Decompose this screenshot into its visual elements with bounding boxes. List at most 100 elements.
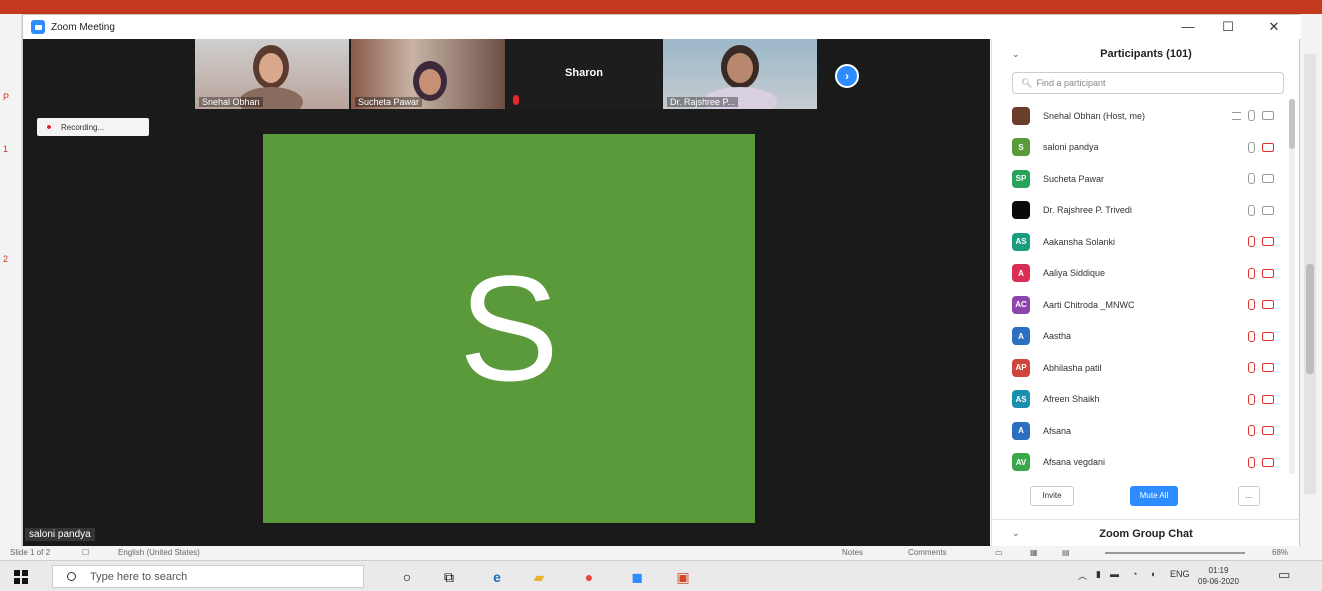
participant-row[interactable]: A Afsana (1010, 415, 1290, 447)
muted-mic-icon[interactable] (1248, 456, 1255, 468)
slide-sorter-icon[interactable]: ▦ (1030, 548, 1038, 557)
participant-status-icons (1248, 362, 1274, 374)
participant-avatar: A (1012, 264, 1030, 283)
video-tile[interactable]: Dr. Rajshree P... (663, 39, 817, 109)
search-icon: 🔍︎ (1021, 77, 1033, 88)
video-icon[interactable] (1262, 111, 1274, 121)
language-indicator[interactable]: English (United States) (118, 548, 200, 557)
thumbnail-marker: 1 (3, 144, 9, 154)
powerpoint-taskbar-icon[interactable]: ▣ (674, 568, 692, 586)
muted-mic-icon[interactable] (1248, 236, 1255, 248)
video-icon[interactable] (1262, 205, 1274, 215)
more-icon[interactable] (1232, 111, 1241, 120)
file-explorer-icon[interactable]: ▰ (530, 568, 548, 586)
video-icon[interactable] (1262, 174, 1274, 184)
notifications-icon[interactable]: ▭ (1278, 567, 1290, 583)
muted-mic-icon[interactable] (1248, 330, 1255, 342)
muted-mic-icon[interactable] (1248, 362, 1255, 374)
language-indicator[interactable]: ENG (1170, 569, 1190, 579)
video-off-icon[interactable] (1262, 268, 1274, 278)
network-icon[interactable]: ▬ (1110, 569, 1119, 579)
participant-row[interactable]: Ssaloni pandya (1010, 132, 1290, 164)
usb-icon[interactable]: ▮ (1096, 569, 1101, 580)
gallery-strip: Snehal Obhan Sucheta Pawar Sharon Dr. Ra… (195, 39, 817, 109)
muted-mic-icon[interactable] (1248, 267, 1255, 279)
taskbar-search-box[interactable]: Type here to search (52, 565, 364, 588)
zoom-taskbar-icon[interactable]: ◼ (628, 568, 646, 586)
video-tile[interactable]: Sucheta Pawar (351, 39, 505, 109)
video-tile[interactable]: Sharon (507, 39, 661, 109)
participant-row[interactable]: AS Aakansha Solanki (1010, 226, 1290, 258)
windows-start-icon[interactable] (14, 570, 28, 584)
tray-chevron-icon[interactable]: ︿ (1078, 569, 1087, 582)
scrollbar-thumb[interactable] (1306, 264, 1314, 374)
video-off-icon[interactable] (1262, 300, 1274, 310)
volume-icon[interactable]: ◖ (1150, 569, 1155, 579)
desktop: P 1 2 Zoom Meeting — ☐ ✕ Snehal Obhan Su… (0, 0, 1322, 591)
recording-indicator[interactable]: Recording... (37, 118, 149, 136)
spellcheck-icon[interactable]: ☐ (82, 548, 89, 557)
participant-row[interactable]: Snehal Obhan (Host, me) (1010, 100, 1290, 132)
mic-icon[interactable] (1248, 141, 1255, 153)
muted-mic-icon[interactable] (1248, 425, 1255, 437)
chrome-icon[interactable]: ● (580, 568, 598, 586)
notes-button[interactable]: Notes (842, 548, 863, 557)
participant-scroll-thumb[interactable] (1289, 99, 1295, 149)
more-options-button[interactable]: ... (1238, 486, 1260, 506)
video-off-icon[interactable] (1262, 363, 1274, 373)
participant-status-icons (1248, 393, 1274, 405)
video-off-icon[interactable] (1262, 237, 1274, 247)
video-off-icon[interactable] (1262, 457, 1274, 467)
mic-icon[interactable] (1248, 110, 1255, 122)
participant-row[interactable]: A Aastha (1010, 321, 1290, 353)
video-off-icon[interactable] (1262, 331, 1274, 341)
mic-icon[interactable] (1248, 173, 1255, 185)
participant-row[interactable]: AC Aarti Chitroda _MNWC (1010, 289, 1290, 321)
participant-row[interactable]: SP Sucheta Pawar (1010, 163, 1290, 195)
participant-name: Dr. Rajshree P. Trivedi (1043, 205, 1132, 216)
muted-mic-icon[interactable] (1248, 299, 1255, 311)
next-page-button[interactable]: › (835, 64, 859, 88)
participant-row[interactable]: AS Afreen Shaikh (1010, 384, 1290, 416)
active-speaker-name: saloni pandya (25, 528, 95, 541)
recording-label: Recording... (61, 122, 105, 132)
cortana-icon[interactable]: ○ (398, 568, 416, 586)
chat-header[interactable]: ⌄ Zoom Group Chat (992, 519, 1300, 547)
invite-button[interactable]: Invite (1030, 486, 1074, 506)
reading-view-icon[interactable]: ▤ (1062, 548, 1070, 557)
normal-view-icon[interactable]: ▭ (995, 548, 1003, 557)
participant-search-input[interactable]: 🔍︎ Find a participant (1012, 72, 1284, 94)
participant-name: Afsana vegdani (1043, 457, 1106, 468)
task-view-icon[interactable]: ⧉ (440, 568, 458, 586)
participant-row[interactable]: A Aaliya Siddique (1010, 258, 1290, 290)
close-button[interactable]: ✕ (1259, 17, 1289, 37)
mic-icon[interactable] (1248, 204, 1255, 216)
mute-all-button[interactable]: Mute All (1130, 486, 1178, 506)
muted-mic-icon[interactable] (1248, 393, 1255, 405)
comments-button[interactable]: Comments (908, 548, 947, 557)
zoom-slider[interactable] (1105, 552, 1245, 554)
participant-row[interactable]: AP Abhilasha patil (1010, 352, 1290, 384)
slide-counter: Slide 1 of 2 (10, 548, 51, 557)
participant-avatar: AP (1012, 358, 1030, 377)
minimize-button[interactable]: — (1173, 17, 1203, 37)
video-off-icon[interactable] (1262, 142, 1274, 152)
powerpoint-scrollbar-edge (1300, 14, 1322, 546)
windows-taskbar: Type here to search ○ ⧉ e ▰ ● ◼ ▣ ︿ ▮ ▬ … (0, 560, 1322, 591)
participant-scrollbar[interactable] (1289, 99, 1295, 474)
muted-mic-icon (513, 95, 519, 105)
wifi-icon[interactable]: ◔ (1132, 569, 1137, 579)
participant-avatar: SP (1012, 169, 1030, 188)
zoom-level[interactable]: 68% (1272, 548, 1288, 557)
video-off-icon[interactable] (1262, 394, 1274, 404)
record-icon (45, 123, 53, 131)
participant-row[interactable]: AV Afsana vegdani (1010, 447, 1290, 479)
video-tile[interactable]: Snehal Obhan (195, 39, 349, 109)
participant-avatar: A (1012, 421, 1030, 440)
powerpoint-slide-thumbnails-edge: P 1 2 (0, 14, 22, 546)
maximize-button[interactable]: ☐ (1213, 17, 1243, 37)
participant-row[interactable]: Dr. Rajshree P. Trivedi (1010, 195, 1290, 227)
edge-browser-icon[interactable]: e (488, 568, 506, 586)
system-clock[interactable]: 01:19 09-06-2020 (1198, 565, 1239, 587)
video-off-icon[interactable] (1262, 426, 1274, 436)
